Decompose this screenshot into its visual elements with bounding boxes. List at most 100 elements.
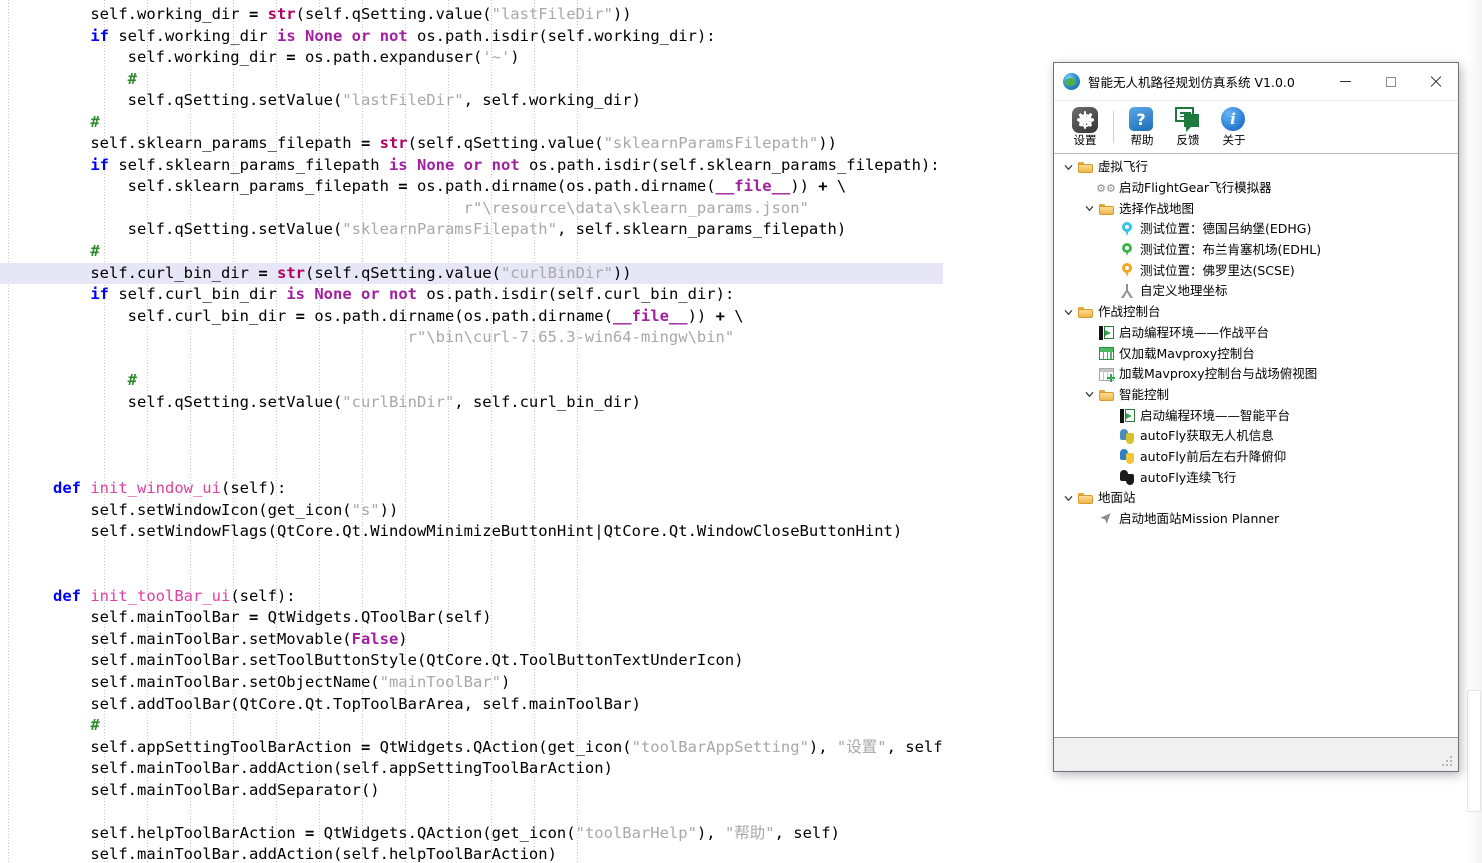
tree-item[interactable]: 智能控制 [1054, 385, 1458, 406]
chevron-down-icon[interactable] [1081, 204, 1097, 213]
tree-item[interactable]: 加载Mavproxy控制台与战场俯视图 [1054, 364, 1458, 385]
tree-item[interactable]: ⚙⚙ 启动FlightGear飞行模拟器 [1054, 178, 1458, 199]
code-line: # [90, 716, 100, 735]
tree-item[interactable]: 虚拟飞行 [1054, 157, 1458, 178]
tree-item[interactable]: 仅加载Mavproxy控制台 [1054, 343, 1458, 364]
toolbar-item-about[interactable]: i 关于 [1211, 107, 1257, 147]
maximize-button[interactable] [1368, 63, 1413, 100]
toolbar-label-feedback: 反馈 [1176, 133, 1200, 147]
info-icon: i [1221, 107, 1247, 133]
code-line: self.qSetting.setValue("lastFileDir", se… [127, 91, 641, 110]
green-grid-icon [1098, 347, 1114, 361]
code-line: def init_toolBar_ui(self): [53, 586, 296, 605]
python-blue-icon [1120, 449, 1135, 465]
code-line: # [127, 69, 137, 88]
tree-item[interactable]: 自定义地理坐标 [1054, 281, 1458, 302]
tree-item-label: 启动编程环境——作战平台 [1119, 324, 1270, 340]
toolbar-item-feedback[interactable]: 反馈 [1165, 107, 1211, 147]
toolbar-item-help[interactable]: ? 帮助 [1119, 107, 1165, 147]
code-line: self.setWindowFlags(QtCore.Qt.WindowMini… [90, 522, 903, 541]
navigation-tree[interactable]: 虚拟飞行 ⚙⚙ 启动FlightGear飞行模拟器 选择作战地图测试位置：德国吕纳堡(… [1054, 154, 1458, 737]
code-line: self.curl_bin_dir = str(self.qSetting.va… [0, 262, 1429, 285]
resize-grip-icon[interactable] [1442, 756, 1454, 768]
tree-item-label: 测试位置：布兰肯塞机场(EDHL) [1140, 242, 1322, 258]
code-text[interactable]: self.working_dir = str(self.qSetting.val… [0, 0, 1429, 863]
folder-icon [1077, 306, 1093, 319]
code-line: self.mainToolBar = QtWidgets.QToolBar(se… [90, 608, 492, 627]
chevron-down-icon[interactable] [1060, 494, 1076, 503]
chevron-down-icon[interactable] [1060, 163, 1076, 172]
tree-item[interactable]: 启动编程环境——智能平台 [1054, 405, 1458, 426]
tree-item-label: 虚拟飞行 [1098, 159, 1149, 175]
tree-item[interactable]: autoFly获取无人机信息 [1054, 426, 1458, 447]
code-line: self.qSetting.setValue("sklearnParamsFil… [127, 220, 847, 239]
code-line: if self.sklearn_params_filepath is None … [90, 155, 940, 174]
tree-item-label: 启动FlightGear飞行模拟器 [1119, 180, 1272, 196]
code-line: self.curl_bin_dir = os.path.dirname(os.p… [127, 306, 744, 325]
simulation-app-window[interactable]: 智能无人机路径规划仿真系统 V1.0.0 设置 ? 帮助 反馈 i 关于 虚拟飞… [1053, 62, 1459, 772]
tree-item-label: 启动编程环境——智能平台 [1140, 407, 1291, 423]
speech-bubble-icon [1175, 107, 1201, 133]
code-line: self.mainToolBar.addAction(self.helpTool… [90, 845, 557, 863]
code-line: # [90, 112, 100, 131]
toolbar-separator [1113, 111, 1114, 143]
tree-item[interactable]: 测试位置：德国吕纳堡(EDHG) [1054, 219, 1458, 240]
tree-item[interactable]: 作战控制台 [1054, 302, 1458, 323]
tree-item-label: 仅加载Mavproxy控制台 [1119, 345, 1255, 361]
code-line: self.sklearn_params_filepath = os.path.d… [127, 177, 847, 196]
editor-vertical-scrollbar[interactable] [1467, 0, 1482, 863]
tree-item[interactable]: 选择作战地图 [1054, 198, 1458, 219]
app-toolbar[interactable]: 设置 ? 帮助 反馈 i 关于 [1054, 101, 1458, 154]
code-line: self.mainToolBar.setObjectName("mainTool… [90, 672, 511, 691]
code-line: def init_window_ui(self): [53, 479, 287, 498]
code-line: r"\bin\curl-7.65.3-win64-mingw\bin" [407, 328, 735, 347]
code-line: self.working_dir = os.path.expanduser('~… [127, 48, 520, 67]
code-line: # [127, 371, 137, 390]
code-line: self.mainToolBar.setToolButtonStyle(QtCo… [90, 651, 744, 670]
code-line: self.mainToolBar.setMovable(False) [90, 629, 408, 648]
code-line: if self.working_dir is None or not os.pa… [90, 26, 716, 45]
tree-item[interactable]: 启动地面站Mission Planner [1054, 509, 1458, 530]
toolbar-label-settings: 设置 [1073, 133, 1097, 147]
tree-item-label: 加载Mavproxy控制台与战场俯视图 [1119, 366, 1318, 382]
code-line: self.appSettingToolBarAction = QtWidgets… [90, 737, 943, 756]
minimize-button[interactable] [1323, 63, 1368, 100]
tree-item-label: autoFly连续飞行 [1140, 469, 1237, 485]
code-line: if self.curl_bin_dir is None or not os.p… [90, 285, 735, 304]
tree-item-label: 测试位置：佛罗里达(SCSE) [1140, 262, 1295, 278]
toolbar-label-about: 关于 [1222, 133, 1246, 147]
tree-item-label: 地面站 [1098, 490, 1136, 506]
chevron-down-icon[interactable] [1081, 390, 1097, 399]
code-line: self.mainToolBar.addAction(self.appSetti… [90, 759, 613, 778]
tree-item-label: 测试位置：德国吕纳堡(EDHG) [1140, 221, 1312, 237]
toolbar-item-settings[interactable]: 设置 [1062, 107, 1108, 147]
folder-icon [1098, 389, 1114, 401]
tree-item-label: 作战控制台 [1098, 304, 1161, 320]
editor-scrollbar-thumb[interactable] [1467, 690, 1481, 812]
tree-item-label: 选择作战地图 [1119, 200, 1195, 216]
tree-item[interactable]: 测试位置：布兰肯塞机场(EDHL) [1054, 240, 1458, 261]
map-pin-cyan-icon [1122, 221, 1132, 237]
window-titlebar[interactable]: 智能无人机路径规划仿真系统 V1.0.0 [1054, 63, 1458, 101]
close-button[interactable] [1413, 63, 1458, 100]
code-line: self.mainToolBar.addSeparator() [90, 780, 380, 799]
terminal-icon [1119, 408, 1135, 423]
tree-item[interactable]: 启动编程环境——作战平台 [1054, 323, 1458, 344]
tree-item-label: autoFly获取无人机信息 [1140, 428, 1274, 444]
tree-item[interactable]: autoFly连续飞行 [1054, 467, 1458, 488]
tree-item[interactable]: 测试位置：佛罗里达(SCSE) [1054, 260, 1458, 281]
tree-item[interactable]: autoFly前后左右升降俯仰 [1054, 447, 1458, 468]
code-line: self.working_dir = str(self.qSetting.val… [90, 5, 632, 23]
tree-item[interactable]: 地面站 [1054, 488, 1458, 509]
chevron-down-icon[interactable] [1060, 308, 1076, 317]
close-icon [1430, 76, 1442, 88]
window-title: 智能无人机路径规划仿真系统 V1.0.0 [1088, 75, 1295, 90]
code-line: self.helpToolBarAction = QtWidgets.QActi… [90, 823, 840, 842]
code-line: self.sklearn_params_filepath = str(self.… [90, 134, 837, 153]
